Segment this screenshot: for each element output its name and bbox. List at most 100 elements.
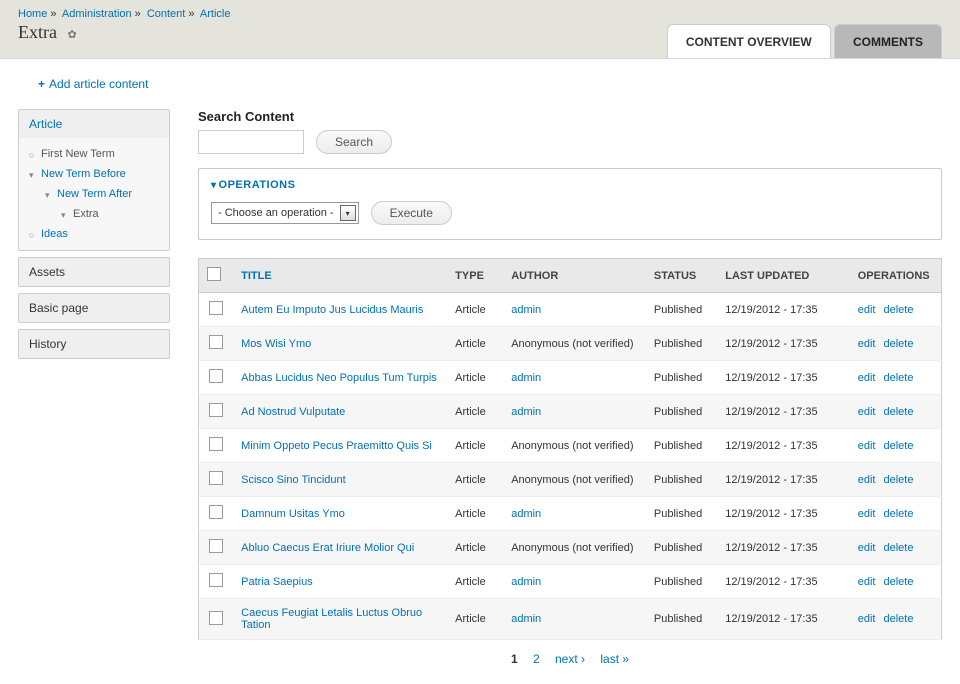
- author-link[interactable]: admin: [511, 576, 541, 588]
- row-title-link[interactable]: Mos Wisi Ymo: [241, 338, 311, 350]
- author-link[interactable]: admin: [511, 304, 541, 316]
- row-status: Published: [646, 565, 717, 599]
- edit-link[interactable]: edit: [858, 508, 876, 520]
- row-title-link[interactable]: Autem Eu Imputo Jus Lucidus Mauris: [241, 304, 423, 316]
- sidebar-item-history[interactable]: History: [29, 337, 66, 351]
- edit-link[interactable]: edit: [858, 440, 876, 452]
- col-type[interactable]: TYPE: [447, 259, 503, 293]
- search-button[interactable]: Search: [316, 130, 392, 154]
- row-title-link[interactable]: Caecus Feugiat Letalis Luctus Obruo Tati…: [241, 607, 422, 631]
- sidebar-item-extra[interactable]: Extra: [73, 208, 99, 220]
- delete-link[interactable]: delete: [883, 542, 913, 554]
- execute-button[interactable]: Execute: [371, 201, 452, 225]
- edit-link[interactable]: edit: [858, 613, 876, 625]
- row-checkbox[interactable]: [209, 539, 223, 553]
- pager-page-2[interactable]: 2: [533, 652, 540, 666]
- sidebar-item-basic-page[interactable]: Basic page: [29, 301, 88, 315]
- author-link[interactable]: admin: [511, 406, 541, 418]
- row-type: Article: [447, 395, 503, 429]
- row-updated: 12/19/2012 - 17:35: [717, 429, 849, 463]
- author-link[interactable]: admin: [511, 613, 541, 625]
- row-type: Article: [447, 599, 503, 640]
- operation-select[interactable]: - Choose an operation - ▾: [211, 202, 359, 224]
- col-operations: OPERATIONS: [850, 259, 942, 293]
- sidebar-block-article: Article ○ First New Term ▾ New Term Before…: [18, 109, 170, 251]
- sidebar-item-new-term-before[interactable]: New Term Before: [41, 168, 126, 180]
- breadcrumb-content[interactable]: Content: [147, 8, 186, 20]
- row-title-link[interactable]: Ad Nostrud Vulputate: [241, 406, 345, 418]
- row-checkbox[interactable]: [209, 403, 223, 417]
- delete-link[interactable]: delete: [883, 613, 913, 625]
- edit-link[interactable]: edit: [858, 576, 876, 588]
- sidebar-item-first-new-term[interactable]: First New Term: [41, 148, 115, 160]
- select-all-checkbox[interactable]: [207, 267, 221, 281]
- edit-link[interactable]: edit: [858, 338, 876, 350]
- sidebar-item-ideas[interactable]: Ideas: [41, 228, 68, 240]
- breadcrumb-home[interactable]: Home: [18, 8, 47, 20]
- row-title-link[interactable]: Abbas Lucidus Neo Populus Tum Turpis: [241, 372, 437, 384]
- row-title-link[interactable]: Patria Saepius: [241, 576, 313, 588]
- operations-panel: ▾OPERATIONS - Choose an operation - ▾ Ex…: [198, 168, 942, 240]
- delete-link[interactable]: delete: [883, 508, 913, 520]
- search-input[interactable]: [198, 130, 304, 154]
- delete-link[interactable]: delete: [883, 338, 913, 350]
- sidebar-item-new-term-after[interactable]: New Term After: [57, 188, 132, 200]
- body: +Add article content Article ○ First New …: [0, 59, 960, 684]
- breadcrumb-admin[interactable]: Administration: [62, 8, 132, 20]
- delete-link[interactable]: delete: [883, 576, 913, 588]
- row-status: Published: [646, 531, 717, 565]
- author-link[interactable]: admin: [511, 372, 541, 384]
- delete-link[interactable]: delete: [883, 304, 913, 316]
- operations-heading[interactable]: ▾OPERATIONS: [211, 179, 929, 191]
- sidebar-item-assets[interactable]: Assets: [29, 265, 65, 279]
- edit-link[interactable]: edit: [858, 406, 876, 418]
- edit-link[interactable]: edit: [858, 542, 876, 554]
- row-status: Published: [646, 361, 717, 395]
- table-row: Caecus Feugiat Letalis Luctus Obruo Tati…: [199, 599, 942, 640]
- row-updated: 12/19/2012 - 17:35: [717, 361, 849, 395]
- caret-down-icon: ▾: [45, 190, 50, 201]
- col-updated[interactable]: LAST UPDATED: [717, 259, 849, 293]
- header: Home» Administration» Content» Article E…: [0, 0, 960, 59]
- row-checkbox[interactable]: [209, 369, 223, 383]
- edit-link[interactable]: edit: [858, 372, 876, 384]
- row-status: Published: [646, 327, 717, 361]
- row-title-link[interactable]: Scisco Sino Tincidunt: [241, 474, 346, 486]
- row-checkbox[interactable]: [209, 505, 223, 519]
- page-title-text: Extra: [18, 22, 57, 42]
- bullet-icon: ○: [29, 230, 34, 240]
- row-checkbox[interactable]: [209, 301, 223, 315]
- pager-next[interactable]: next ›: [555, 652, 585, 666]
- row-checkbox[interactable]: [209, 471, 223, 485]
- col-status[interactable]: STATUS: [646, 259, 717, 293]
- row-checkbox[interactable]: [209, 437, 223, 451]
- tab-comments[interactable]: Comments: [834, 24, 942, 58]
- row-checkbox[interactable]: [209, 573, 223, 587]
- row-checkbox[interactable]: [209, 611, 223, 625]
- tab-content-overview[interactable]: Content Overview: [667, 24, 831, 58]
- breadcrumb-article[interactable]: Article: [200, 8, 231, 20]
- row-title-link[interactable]: Minim Oppeto Pecus Praemitto Quis Si: [241, 440, 432, 452]
- col-author[interactable]: AUTHOR: [503, 259, 646, 293]
- edit-link[interactable]: edit: [858, 474, 876, 486]
- gear-icon[interactable]: ✿: [67, 29, 76, 41]
- row-status: Published: [646, 463, 717, 497]
- delete-link[interactable]: delete: [883, 440, 913, 452]
- breadcrumb: Home» Administration» Content» Article: [18, 0, 942, 20]
- row-title-link[interactable]: Damnum Usitas Ymo: [241, 508, 345, 520]
- delete-link[interactable]: delete: [883, 474, 913, 486]
- add-article-link[interactable]: +Add article content: [38, 77, 148, 91]
- pager-last[interactable]: last »: [600, 652, 629, 666]
- sidebar-article-heading[interactable]: Article: [29, 117, 62, 131]
- author-link[interactable]: admin: [511, 508, 541, 520]
- row-checkbox[interactable]: [209, 335, 223, 349]
- delete-link[interactable]: delete: [883, 372, 913, 384]
- col-title[interactable]: TITLE: [233, 259, 447, 293]
- primary-tabs: Content Overview Comments: [667, 24, 942, 58]
- row-title-link[interactable]: Abluo Caecus Erat Iriure Molior Qui: [241, 542, 414, 554]
- edit-link[interactable]: edit: [858, 304, 876, 316]
- bullet-icon: ○: [29, 150, 34, 160]
- delete-link[interactable]: delete: [883, 406, 913, 418]
- row-type: Article: [447, 361, 503, 395]
- row-status: Published: [646, 429, 717, 463]
